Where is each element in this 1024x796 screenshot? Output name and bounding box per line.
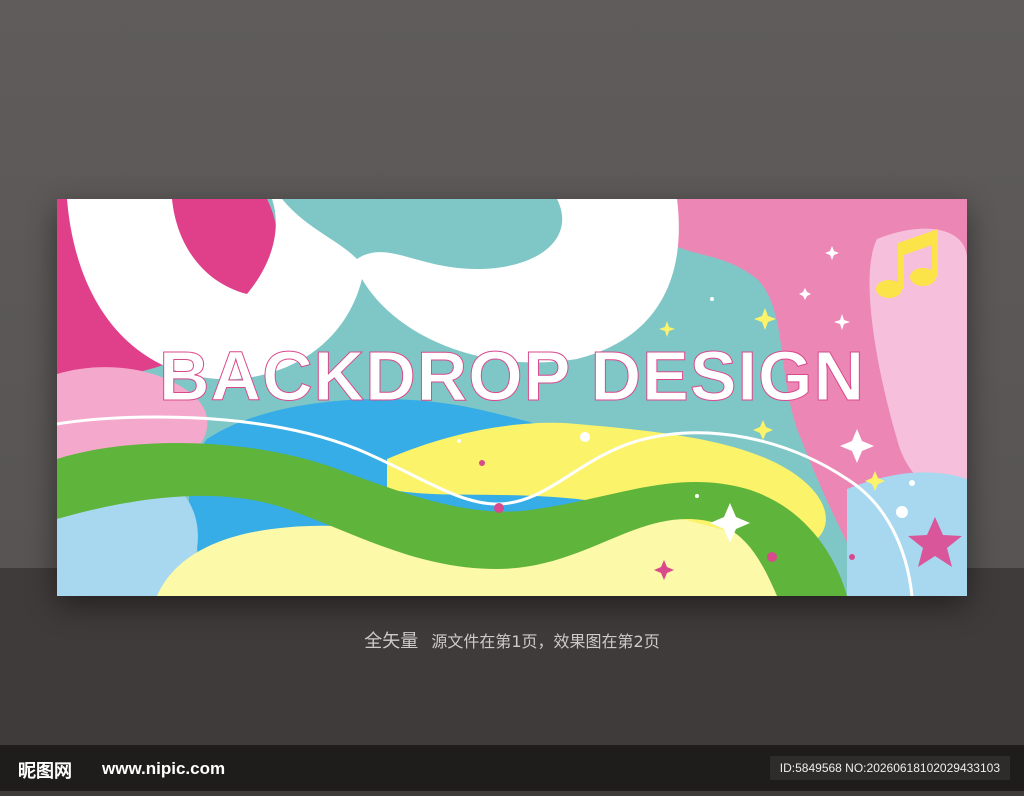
white-dot-small xyxy=(457,439,461,443)
white-dot xyxy=(580,432,590,442)
site-logo[interactable]: 昵图网 xyxy=(18,757,72,783)
pink-dot xyxy=(494,503,504,513)
banner-title: BACKDROP DESIGN xyxy=(158,337,865,416)
white-dot-small xyxy=(710,297,714,301)
site-url[interactable]: www.nipic.com xyxy=(102,759,225,779)
caption: 全矢量 源文件在第1页，效果图在第2页 xyxy=(0,627,1024,653)
white-dot xyxy=(896,506,908,518)
pink-dot-small xyxy=(849,554,855,560)
image-id-label: ID:5849568 NO:20260618102029433103 xyxy=(769,756,1010,780)
white-dot-small xyxy=(909,480,915,486)
pink-dot xyxy=(767,552,777,562)
caption-text: 源文件在第1页，效果图在第2页 xyxy=(431,632,660,651)
white-dot-small xyxy=(695,494,699,498)
caption-strong: 全矢量 xyxy=(364,631,419,652)
pink-dot-small xyxy=(479,460,485,466)
